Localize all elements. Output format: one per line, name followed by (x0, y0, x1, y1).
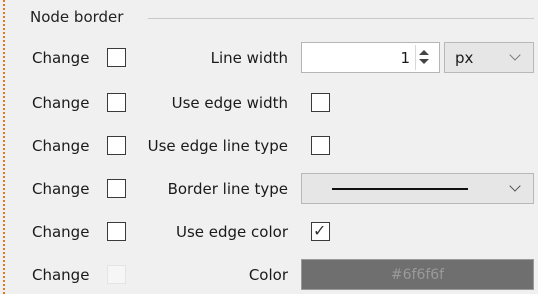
spin-up-icon[interactable] (419, 50, 429, 55)
spin-separator (415, 45, 416, 70)
checkmark-icon: ✓ (313, 221, 327, 240)
group-title: Node border (30, 8, 130, 26)
change-line-width-checkbox[interactable] (107, 48, 126, 67)
row-use-edge-color: Change Use edge color ✓ (8, 214, 538, 250)
spin-arrows-icon[interactable] (415, 45, 437, 70)
row-use-edge-line-type: Change Use edge line type (8, 128, 538, 164)
use-edge-color-checkbox[interactable]: ✓ (311, 221, 330, 241)
use-edge-line-type-label: Use edge line type (147, 137, 288, 155)
line-width-label: Line width (210, 49, 288, 67)
row-line-width: Change Line width 1 px (8, 40, 538, 76)
change-color-checkbox (107, 265, 126, 284)
change-use-edge-color-checkbox[interactable] (107, 222, 126, 241)
chevron-down-icon (509, 49, 521, 61)
group-divider (148, 18, 534, 19)
change-label: Change (32, 94, 90, 112)
border-line-type-dropdown[interactable] (301, 173, 534, 204)
color-value-text: #6f6f6f (390, 267, 445, 283)
line-width-unit-dropdown[interactable]: px (444, 42, 534, 73)
node-border-group: Node border Change Line width 1 px Chang… (8, 0, 538, 294)
color-picker-button[interactable]: #6f6f6f (301, 259, 534, 290)
use-edge-color-label: Use edge color (176, 223, 288, 241)
border-line-type-label: Border line type (167, 180, 288, 198)
change-border-line-type-checkbox[interactable] (107, 179, 126, 198)
row-border-line-type: Change Border line type (8, 171, 538, 207)
change-label: Change (32, 137, 90, 155)
solid-line-preview (332, 188, 468, 190)
use-edge-width-label: Use edge width (171, 94, 288, 112)
change-use-edge-line-type-checkbox[interactable] (107, 136, 126, 155)
color-label: Color (248, 266, 288, 284)
change-label: Change (32, 223, 90, 241)
line-width-value: 1 (400, 49, 410, 67)
use-edge-width-checkbox[interactable] (311, 93, 330, 112)
chevron-down-icon (509, 180, 521, 192)
focus-indicator (3, 0, 5, 294)
change-label: Change (32, 266, 90, 284)
change-label: Change (32, 49, 90, 67)
line-width-spinbox[interactable]: 1 (301, 42, 440, 73)
row-use-edge-width: Change Use edge width (8, 85, 538, 121)
row-color: Change Color #6f6f6f (8, 257, 538, 293)
unit-selected-value: px (455, 49, 474, 67)
change-use-edge-width-checkbox[interactable] (107, 93, 126, 112)
spin-down-icon[interactable] (419, 59, 429, 64)
change-label: Change (32, 180, 90, 198)
use-edge-line-type-checkbox[interactable] (311, 136, 330, 155)
